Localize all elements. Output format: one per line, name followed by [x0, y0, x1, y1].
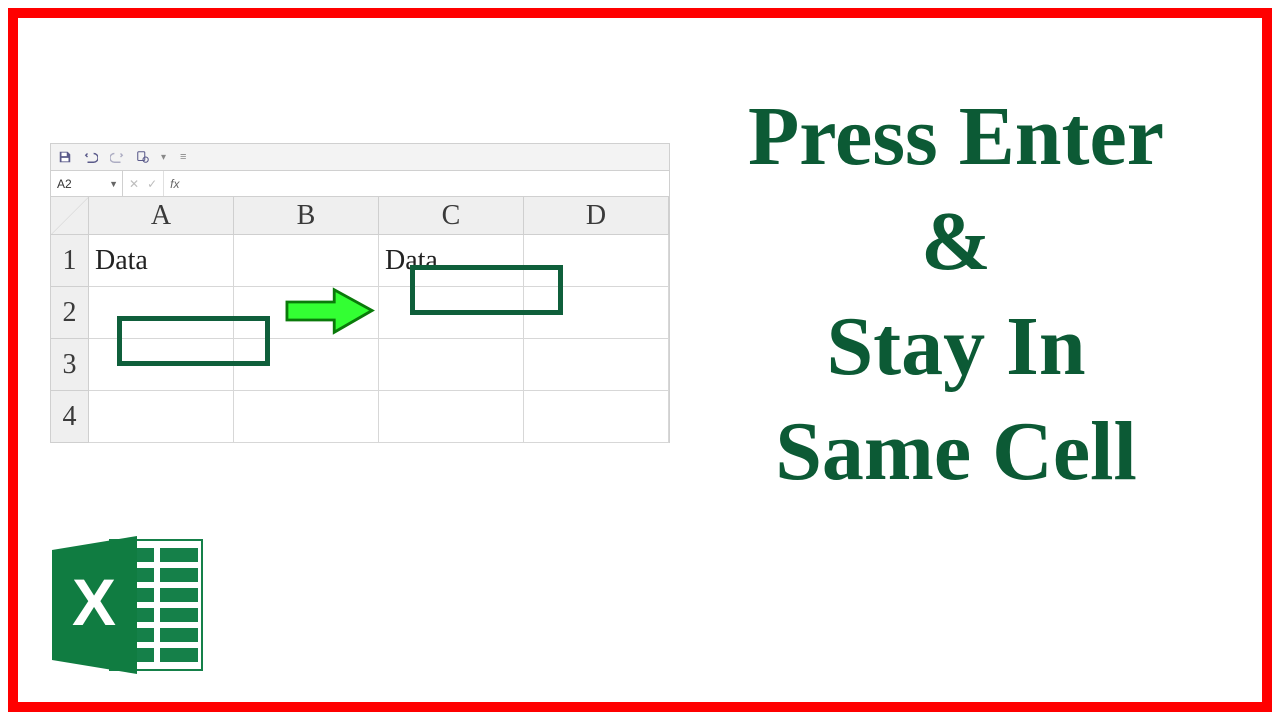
cell-d4[interactable] — [524, 391, 669, 443]
cell-d1[interactable] — [524, 235, 669, 287]
cell-d3[interactable] — [524, 339, 669, 391]
row-2: 2 — [51, 287, 669, 339]
qa-more-icon[interactable]: ≡ — [180, 151, 186, 163]
fx-label[interactable]: fx — [164, 171, 185, 196]
cell-a3[interactable] — [89, 339, 234, 391]
formula-input[interactable] — [185, 171, 669, 196]
touch-mode-icon[interactable] — [135, 149, 151, 165]
cell-d2[interactable] — [524, 287, 669, 339]
title-line-1: Press Enter — [686, 84, 1226, 189]
title-line-2: & — [686, 189, 1226, 294]
row-4: 4 — [51, 391, 669, 443]
redo-icon[interactable] — [109, 149, 125, 165]
excel-logo-icon: X — [52, 530, 212, 680]
title-line-3: Stay In — [686, 294, 1226, 399]
formula-bar-buttons: ✕ ✓ — [123, 171, 164, 196]
col-header-b[interactable]: B — [234, 197, 379, 235]
cell-a2[interactable] — [89, 287, 234, 339]
row-header-4[interactable]: 4 — [51, 391, 89, 443]
quick-access-toolbar: ▾ ≡ — [50, 143, 670, 171]
qa-overflow-icon[interactable]: ▾ — [161, 152, 166, 163]
cell-b4[interactable] — [234, 391, 379, 443]
cell-b3[interactable] — [234, 339, 379, 391]
row-header-3[interactable]: 3 — [51, 339, 89, 391]
cell-c2[interactable] — [379, 287, 524, 339]
row-header-2[interactable]: 2 — [51, 287, 89, 339]
name-box[interactable]: A2 ▼ — [51, 171, 123, 196]
row-header-1[interactable]: 1 — [51, 235, 89, 287]
cell-b2[interactable] — [234, 287, 379, 339]
select-all-corner[interactable] — [51, 197, 89, 235]
col-header-d[interactable]: D — [524, 197, 669, 235]
col-header-c[interactable]: C — [379, 197, 524, 235]
thumbnail-title: Press Enter & Stay In Same Cell — [686, 84, 1226, 504]
cell-b1[interactable] — [234, 235, 379, 287]
spreadsheet-grid: A B C D 1 Data Data 2 3 — [50, 197, 670, 443]
row-1: 1 Data Data — [51, 235, 669, 287]
cell-a1[interactable]: Data — [89, 235, 234, 287]
formula-bar: A2 ▼ ✕ ✓ fx — [50, 171, 670, 197]
save-icon[interactable] — [57, 149, 73, 165]
name-box-value: A2 — [57, 177, 72, 191]
excel-logo-letter: X — [72, 565, 116, 639]
excel-window: ▾ ≡ A2 ▼ ✕ ✓ fx A B C D 1 — [50, 143, 670, 583]
cell-c1[interactable]: Data — [379, 235, 524, 287]
title-line-4: Same Cell — [686, 399, 1226, 504]
cell-a4[interactable] — [89, 391, 234, 443]
confirm-icon[interactable]: ✓ — [147, 177, 157, 191]
undo-icon[interactable] — [83, 149, 99, 165]
row-3: 3 — [51, 339, 669, 391]
column-header-row: A B C D — [51, 197, 669, 235]
chevron-down-icon[interactable]: ▼ — [109, 179, 118, 189]
cancel-icon[interactable]: ✕ — [129, 177, 139, 191]
thumbnail-border: ▾ ≡ A2 ▼ ✕ ✓ fx A B C D 1 — [8, 8, 1272, 712]
cell-c4[interactable] — [379, 391, 524, 443]
col-header-a[interactable]: A — [89, 197, 234, 235]
cell-c3[interactable] — [379, 339, 524, 391]
